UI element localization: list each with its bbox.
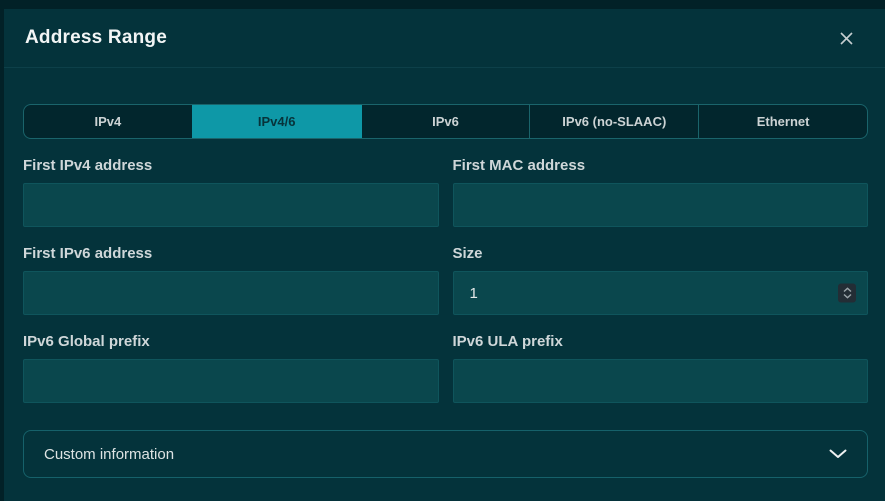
field-ipv6-global-prefix: IPv6 Global prefix	[23, 333, 439, 403]
ipv6-global-prefix-input[interactable]	[23, 359, 439, 403]
field-size: Size	[453, 245, 869, 315]
close-icon	[840, 32, 853, 45]
field-first-ipv4-address: First IPv4 address	[23, 157, 439, 227]
dialog-title: Address Range	[25, 27, 167, 49]
first-ipv6-address-input[interactable]	[23, 271, 439, 315]
custom-information-accordion[interactable]: Custom information	[23, 430, 868, 478]
chevron-down-icon	[843, 294, 852, 299]
size-input[interactable]	[453, 271, 869, 315]
size-number-wrap	[453, 271, 869, 315]
address-form: First IPv4 address First MAC address Fir…	[23, 157, 868, 403]
field-first-ipv6-address: First IPv6 address	[23, 245, 439, 315]
size-label: Size	[453, 245, 869, 262]
accordion-label: Custom information	[44, 446, 174, 463]
ipv6-ula-prefix-input[interactable]	[453, 359, 869, 403]
tab-ipv6-no-slaac[interactable]: IPv6 (no-SLAAC)	[529, 105, 698, 138]
field-ipv6-ula-prefix: IPv6 ULA prefix	[453, 333, 869, 403]
field-first-mac-address: First MAC address	[453, 157, 869, 227]
chevron-down-icon	[829, 449, 847, 459]
address-range-dialog: Address Range IPv4 IPv4/6 IPv6 IPv6 (no-…	[4, 9, 885, 501]
first-ipv4-address-label: First IPv4 address	[23, 157, 439, 174]
close-button[interactable]	[833, 25, 859, 51]
first-ipv6-address-label: First IPv6 address	[23, 245, 439, 262]
ipv6-global-prefix-label: IPv6 Global prefix	[23, 333, 439, 350]
page-backdrop: Address Range IPv4 IPv4/6 IPv6 IPv6 (no-…	[0, 0, 885, 501]
first-ipv4-address-input[interactable]	[23, 183, 439, 227]
ipv6-ula-prefix-label: IPv6 ULA prefix	[453, 333, 869, 350]
dialog-body: IPv4 IPv4/6 IPv6 IPv6 (no-SLAAC) Etherne…	[4, 68, 885, 478]
address-type-tabs: IPv4 IPv4/6 IPv6 IPv6 (no-SLAAC) Etherne…	[23, 104, 868, 139]
first-mac-address-input[interactable]	[453, 183, 869, 227]
dialog-header: Address Range	[4, 9, 885, 68]
tab-ipv4-6[interactable]: IPv4/6	[192, 105, 361, 138]
tab-ethernet[interactable]: Ethernet	[698, 105, 867, 138]
tab-ipv6[interactable]: IPv6	[361, 105, 530, 138]
quantity-stepper[interactable]	[838, 284, 856, 303]
first-mac-address-label: First MAC address	[453, 157, 869, 174]
tab-ipv4[interactable]: IPv4	[24, 105, 192, 138]
chevron-up-icon	[843, 288, 852, 293]
